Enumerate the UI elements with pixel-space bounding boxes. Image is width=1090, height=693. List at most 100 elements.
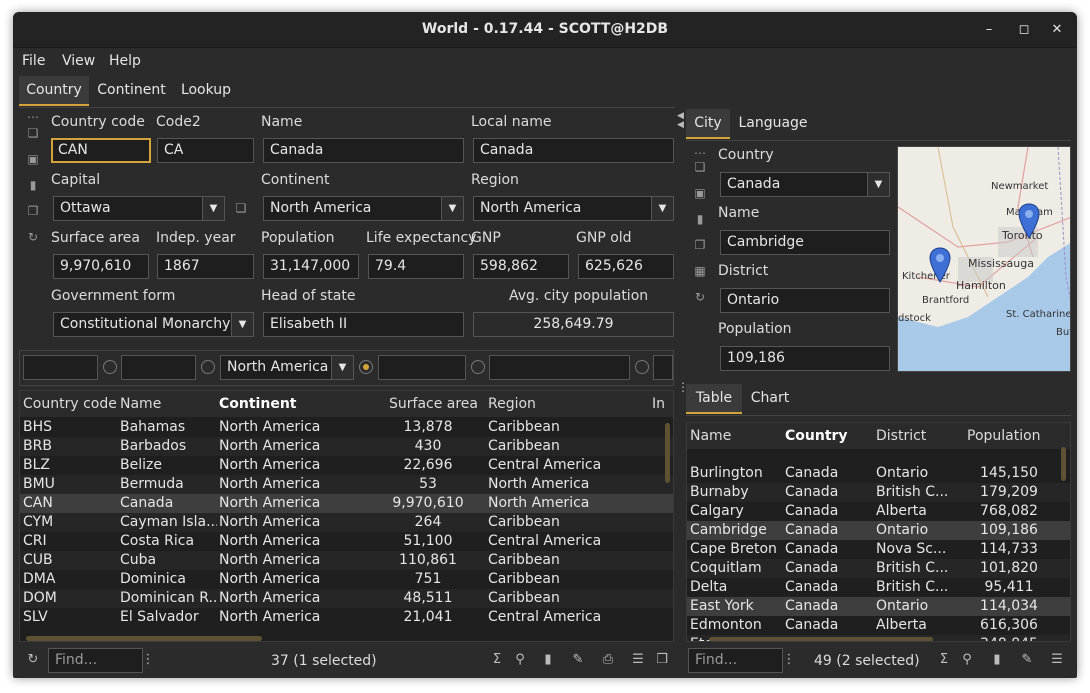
tab-continent[interactable]: Continent: [93, 76, 170, 106]
col-indep[interactable]: In: [652, 396, 665, 412]
table-row[interactable]: Edmonton Canada Alberta 616,306: [687, 616, 1070, 635]
local-name-field[interactable]: Canada: [473, 138, 674, 163]
table-row[interactable]: Burnaby Canada British C... 179,209: [687, 483, 1070, 502]
col-continent[interactable]: Continent: [219, 396, 296, 412]
table-row[interactable]: BLZ Belize North America 22,696 Central Amer…: [20, 456, 673, 475]
delete-icon[interactable]: ▮: [24, 176, 42, 194]
tab-city[interactable]: City: [686, 109, 730, 139]
tab-language[interactable]: Language: [733, 109, 813, 139]
table-row[interactable]: Cambridge Canada Ontario 109,186: [687, 521, 1070, 540]
filter-code-input[interactable]: [23, 355, 98, 380]
splitter-handle-icon[interactable]: ⋮: [677, 381, 689, 400]
splitter-arrows-icon[interactable]: ◀ ◀: [677, 112, 684, 132]
filter-radio-1[interactable]: [103, 360, 117, 374]
delete-icon[interactable]: ▮: [691, 210, 709, 228]
city-table-vscroll[interactable]: [1061, 447, 1066, 481]
table-row[interactable]: Calgary Canada Alberta 768,082: [687, 502, 1070, 521]
map-pin-icon[interactable]: [929, 247, 951, 283]
search-icon[interactable]: ⚲: [959, 652, 975, 668]
copy-icon[interactable]: ❐: [654, 652, 670, 668]
print-icon[interactable]: ⎙: [600, 652, 616, 668]
region-select[interactable]: North America ▼: [473, 196, 674, 221]
search-icon[interactable]: ⚲: [512, 652, 528, 668]
city-population-field[interactable]: 109,186: [720, 346, 890, 371]
col-city-country[interactable]: Country: [785, 428, 848, 444]
country-table-vscroll[interactable]: [665, 423, 670, 483]
gnp-old-field[interactable]: 625,626: [578, 254, 674, 279]
sum-icon[interactable]: Σ: [936, 652, 952, 668]
table-row[interactable]: SLV El Salvador North America 21,041 Central…: [20, 608, 673, 627]
filter-area-input[interactable]: [378, 355, 466, 380]
chevron-down-icon[interactable]: ▼: [441, 197, 463, 220]
chevron-down-icon[interactable]: ▼: [867, 173, 889, 196]
name-field[interactable]: Canada: [263, 138, 464, 163]
filter-radio-2[interactable]: [201, 360, 215, 374]
indep-year-field[interactable]: 1867: [157, 254, 254, 279]
city-country-select[interactable]: Canada ▼: [720, 172, 890, 197]
copy-icon[interactable]: ❐: [691, 236, 709, 254]
list-icon[interactable]: ☰: [630, 652, 646, 668]
menu-help[interactable]: Help: [109, 53, 141, 69]
col-surface-area[interactable]: Surface area: [389, 396, 478, 412]
more-vertical-icon[interactable]: ⋮: [781, 652, 797, 668]
table-row[interactable]: Delta Canada British C... 95,411: [687, 578, 1070, 597]
tab-lookup[interactable]: Lookup: [176, 76, 236, 106]
city-table-hscroll[interactable]: [709, 637, 933, 641]
table-row[interactable]: BRB Barbados North America 430 Caribbean: [20, 437, 673, 456]
table-row[interactable]: CRI Costa Rica North America 51,100 Central …: [20, 532, 673, 551]
col-country-code[interactable]: Country code: [23, 396, 117, 412]
edit-icon[interactable]: ✎: [570, 652, 586, 668]
country-table-hscroll[interactable]: [26, 636, 262, 641]
chevron-down-icon[interactable]: ▼: [231, 313, 253, 336]
filter-radio-5[interactable]: [635, 360, 649, 374]
menu-file[interactable]: File: [22, 53, 45, 69]
filter-continent-select[interactable]: North America ▼: [220, 355, 354, 380]
table-row[interactable]: Burlington Canada Ontario 145,150: [687, 464, 1070, 483]
filter-radio-3[interactable]: [359, 360, 373, 374]
chevron-down-icon[interactable]: ▼: [202, 197, 224, 220]
table-row[interactable]: Coquitlam Canada British C... 101,820: [687, 559, 1070, 578]
new-record-icon[interactable]: ❏: [24, 124, 42, 142]
city-map[interactable]: Newmarket Markham Toronto Mississauga Ki…: [897, 146, 1071, 372]
life-expectancy-field[interactable]: 79.4: [368, 254, 464, 279]
filter-region-input[interactable]: [489, 355, 630, 380]
refresh-icon[interactable]: ↻: [25, 652, 41, 668]
table-row[interactable]: DOM Dominican R... North America 48,511 Cari…: [20, 589, 673, 608]
col-city-district[interactable]: District: [876, 428, 926, 444]
list-icon[interactable]: ☰: [1049, 652, 1065, 668]
city-name-field[interactable]: Cambridge: [720, 230, 890, 255]
table-row[interactable]: CAN Canada North America 9,970,610 North Ame…: [20, 494, 673, 513]
table-row[interactable]: BHS Bahamas North America 13,878 Caribbean: [20, 418, 673, 437]
col-name[interactable]: Name: [120, 396, 161, 412]
calculator-icon[interactable]: ▦: [691, 262, 709, 280]
capital-select[interactable]: Ottawa ▼: [53, 196, 225, 221]
city-district-field[interactable]: Ontario: [720, 288, 890, 313]
edit-icon[interactable]: ✎: [1019, 652, 1035, 668]
refresh-icon[interactable]: ↻: [24, 228, 42, 246]
refresh-icon[interactable]: ↻: [691, 288, 709, 306]
code2-field[interactable]: CA: [157, 138, 254, 163]
tab-chart[interactable]: Chart: [745, 384, 795, 414]
country-code-field[interactable]: CAN: [51, 138, 151, 163]
table-row[interactable]: BMU Bermuda North America 53 North America: [20, 475, 673, 494]
table-row[interactable]: CUB Cuba North America 110,861 Caribbean: [20, 551, 673, 570]
new-record-icon[interactable]: ❏: [691, 158, 709, 176]
table-row[interactable]: CYM Cayman Isla... North America 264 Caribbe…: [20, 513, 673, 532]
table-row[interactable]: Cape Breton Canada Nova Sc... 114,733: [687, 540, 1070, 559]
col-city-population[interactable]: Population: [967, 428, 1041, 444]
save-icon[interactable]: ▣: [691, 184, 709, 202]
table-row[interactable]: DMA Dominica North America 751 Caribbean: [20, 570, 673, 589]
map-pin-icon[interactable]: [1018, 203, 1040, 239]
population-field[interactable]: 31,147,000: [263, 254, 359, 279]
menu-view[interactable]: View: [62, 53, 95, 69]
close-icon[interactable]: ✕: [1047, 20, 1067, 40]
chevron-down-icon[interactable]: ▼: [651, 197, 673, 220]
filter-extra-input[interactable]: [653, 355, 673, 380]
gnp-field[interactable]: 598,862: [473, 254, 569, 279]
table-row[interactable]: East York Canada Ontario 114,034: [687, 597, 1070, 616]
save-icon[interactable]: ▣: [24, 150, 42, 168]
country-find-input[interactable]: Find...: [48, 648, 143, 673]
more-vertical-icon[interactable]: ⋮: [140, 652, 156, 668]
copy-icon[interactable]: ❐: [24, 202, 42, 220]
minimize-icon[interactable]: –: [979, 20, 999, 40]
